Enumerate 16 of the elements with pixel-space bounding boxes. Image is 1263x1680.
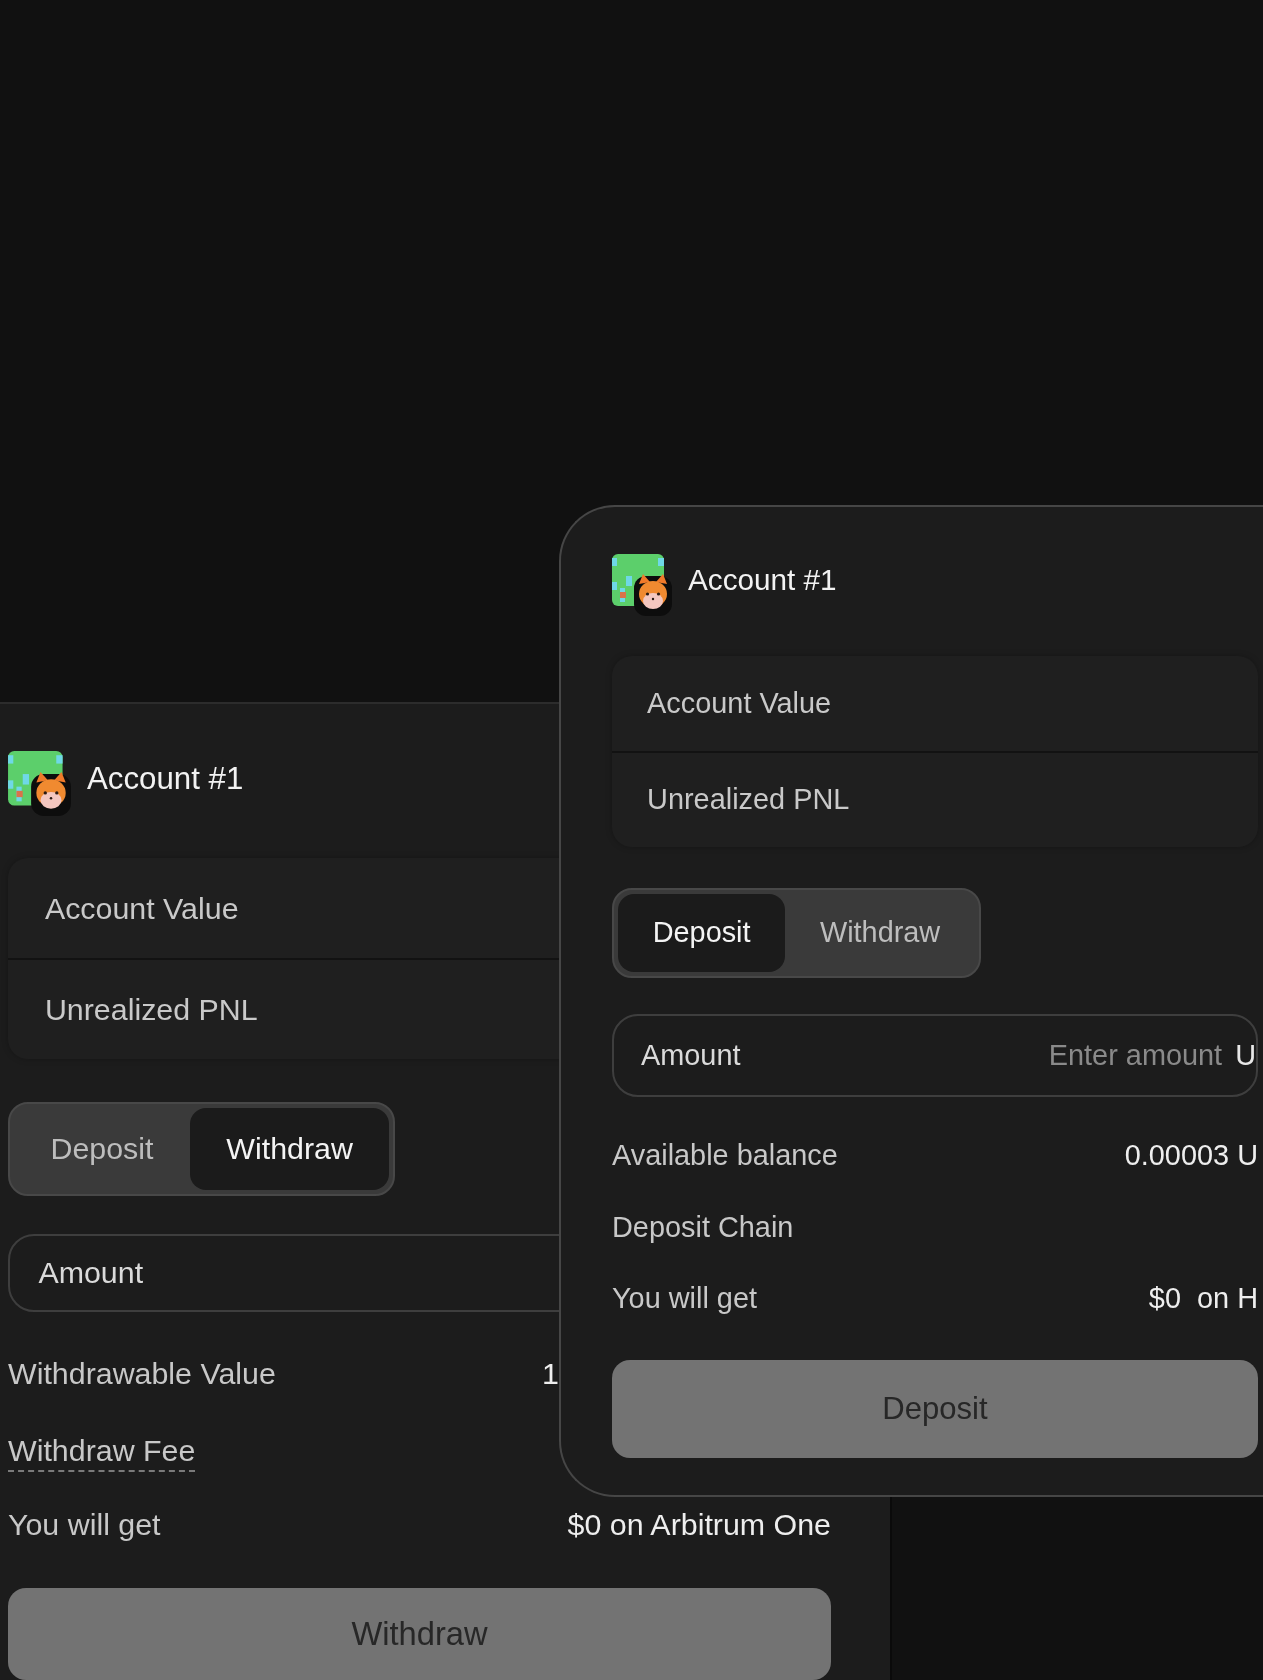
info-value: 0.00003 U — [1124, 1138, 1258, 1172]
account-title: Account #1 — [87, 760, 244, 797]
stat-label: Unrealized PNL — [44, 992, 258, 1028]
info-value: $0 on Arbitrum One — [567, 1507, 831, 1543]
info-label: You will get — [8, 1507, 161, 1543]
field-label: Amount — [38, 1255, 144, 1291]
stat-label: Account Value — [647, 687, 832, 720]
stat-label: Account Value — [44, 890, 239, 926]
info-label: Withdrawable Value — [8, 1356, 276, 1391]
account-title: Account #1 — [688, 563, 837, 598]
currency-unit: U — [1235, 1038, 1256, 1072]
stat-label: Unrealized PNL — [647, 783, 850, 817]
info-value: $0 on H — [1148, 1282, 1258, 1316]
info-value: 1 — [542, 1356, 559, 1391]
field-label: Amount — [641, 1038, 741, 1072]
info-label: Available balance — [612, 1138, 838, 1172]
